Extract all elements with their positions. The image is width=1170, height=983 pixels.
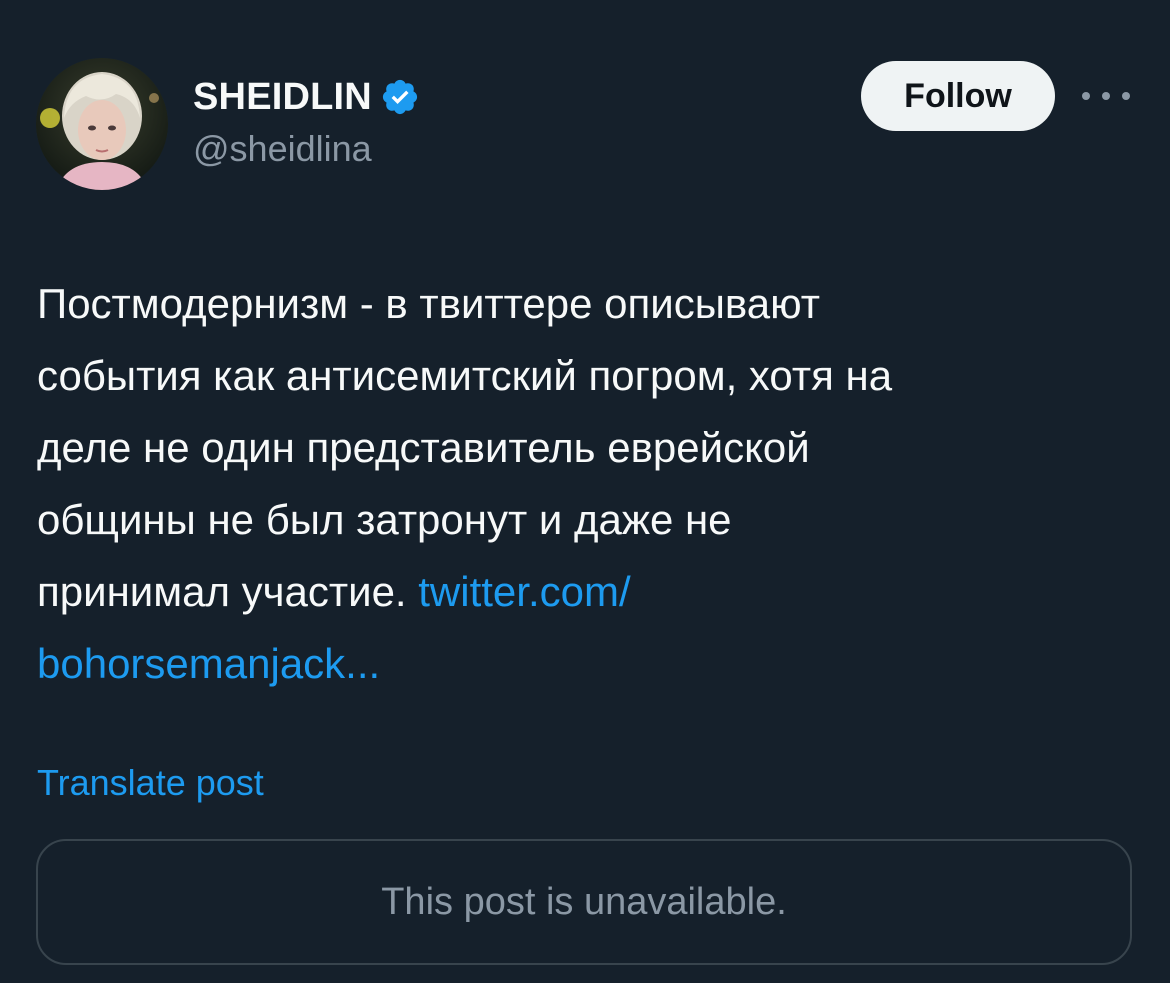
post-text: Постмодернизм - в твиттере описывают соб… (37, 268, 1137, 700)
post-text-line: деле не один представитель еврейской (37, 424, 810, 471)
translate-post-link[interactable]: Translate post (37, 762, 264, 804)
more-options-icon[interactable] (1082, 84, 1130, 108)
more-dot (1082, 92, 1090, 100)
post-link-continued[interactable]: bohorsemanjack... (37, 628, 1137, 700)
quoted-post-unavailable-message: This post is unavailable. (381, 880, 787, 923)
post-link[interactable]: twitter.com/ (418, 568, 630, 615)
author-display-name[interactable]: SHEIDLIN (193, 76, 372, 119)
avatar[interactable] (36, 58, 168, 190)
quoted-post[interactable]: This post is unavailable. (36, 839, 1132, 965)
post-text-line: Постмодернизм - в твиттере описывают (37, 280, 820, 327)
author-handle[interactable]: @sheidlina (193, 128, 372, 170)
follow-button[interactable]: Follow (861, 61, 1055, 131)
more-dot (1122, 92, 1130, 100)
avatar-image (36, 58, 168, 190)
author-name-row: SHEIDLIN (193, 74, 420, 120)
post-text-fragment: принимал участие. (37, 568, 419, 615)
post-text-line: события как антисемитский погром, хотя н… (37, 352, 893, 399)
post-card: SHEIDLIN @sheidlina Follow Постмодернизм… (0, 0, 1170, 983)
post-text-line: общины не был затронут и даже не (37, 496, 732, 543)
more-dot (1102, 92, 1110, 100)
verified-badge-icon[interactable] (380, 77, 420, 117)
post-text-line: принимал участие. twitter.com/ (37, 556, 1137, 628)
